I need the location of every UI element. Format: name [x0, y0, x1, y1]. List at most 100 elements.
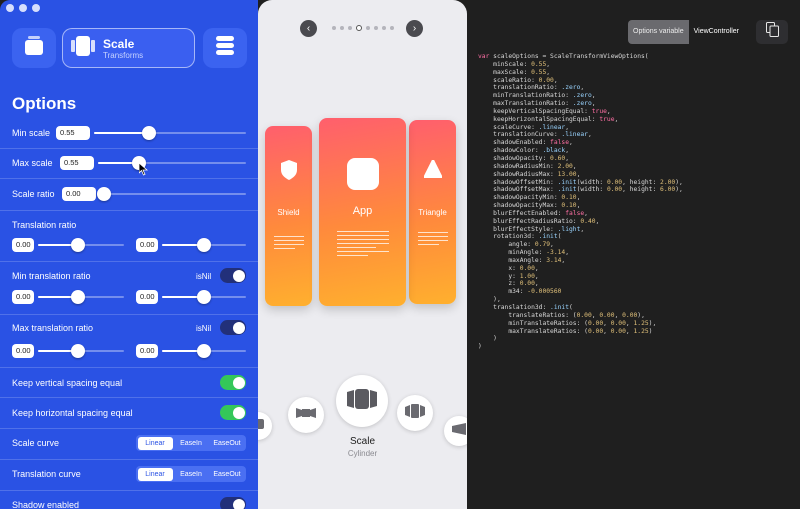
translation-ratio-y-slider[interactable]	[162, 238, 246, 252]
scale-layout-icon	[296, 406, 316, 425]
code-line: minTranslateRatios: (0.00, 0.00, 1.25),	[478, 319, 657, 327]
translation-ratio-x-slider[interactable]	[38, 238, 124, 252]
chevron-left-icon: ‹	[306, 23, 311, 34]
code-line: translation3d: .init(	[478, 304, 573, 311]
scale-curve-easein[interactable]: EaseIn	[174, 437, 209, 450]
scale-ratio-label: Scale ratio	[12, 189, 55, 199]
translation-curve-easeout[interactable]: EaseOut	[210, 468, 245, 481]
max-translation-y-field[interactable]: 0.00	[136, 344, 158, 358]
next-page-button[interactable]: ›	[406, 20, 423, 37]
max-scale-field[interactable]: 0.55	[60, 156, 94, 170]
layers-icon	[214, 35, 236, 62]
options-title: Options	[12, 94, 77, 113]
code-line: maxAngle: 3.14,	[478, 256, 566, 264]
translation-ratio-y-thumb[interactable]	[197, 238, 211, 252]
zoom-window-button[interactable]	[32, 4, 40, 12]
tab-viewcontroller[interactable]: ViewController	[688, 20, 744, 44]
translation-ratio-y-field[interactable]: 0.00	[136, 238, 158, 252]
code-line: shadowOpacity: 0.60,	[478, 154, 569, 162]
min-translation-isnil-toggle[interactable]	[220, 268, 246, 283]
min-translation-x-field[interactable]: 0.00	[12, 290, 34, 304]
keep-horizontal-row: Keep horizontal spacing equal	[12, 405, 246, 421]
translation-curve-row: Translation curve Linear EaseIn EaseOut	[12, 466, 246, 482]
code-line: y: 1.00,	[478, 272, 539, 280]
layout-cell[interactable]	[288, 397, 324, 433]
min-translation-ratio-row: Min translation ratio isNil 0.00 0.00	[12, 268, 246, 308]
code-line: translationRatio: .zero,	[478, 84, 585, 92]
code-line: var scaleOptions = ScaleTransformViewOpt…	[478, 53, 649, 60]
translation-ratio-row: Translation ratio 0.00 0.00	[12, 218, 246, 258]
app-icon	[346, 158, 379, 195]
min-translation-y-thumb[interactable]	[197, 290, 211, 304]
max-scale-slider[interactable]	[98, 156, 246, 170]
code-line: shadowRadiusMin: 2.00,	[478, 162, 577, 170]
layout-cell[interactable]	[397, 395, 433, 431]
max-translation-x-slider[interactable]	[38, 344, 124, 358]
translation-curve-linear[interactable]: Linear	[137, 467, 173, 481]
layout-shape-icon	[258, 417, 264, 435]
preview-card-shield[interactable]: Shield	[265, 126, 312, 306]
mode-title: Scale	[103, 36, 135, 51]
tab-options-variable[interactable]: Options variable	[628, 20, 689, 44]
keep-vertical-row: Keep vertical spacing equal	[12, 375, 246, 391]
max-scale-label: Max scale	[12, 158, 53, 168]
min-translation-y-slider[interactable]	[162, 290, 246, 304]
min-translation-y-field[interactable]: 0.00	[136, 290, 158, 304]
translation-curve-label: Translation curve	[12, 469, 81, 479]
keep-horizontal-toggle[interactable]	[220, 405, 246, 420]
page-dot	[332, 26, 336, 30]
preview-panel: ‹ › Shield Triangle App Scale Cylinder	[258, 0, 467, 509]
minimize-window-button[interactable]	[19, 4, 27, 12]
previous-page-button[interactable]: ‹	[300, 20, 317, 37]
scale-curve-easeout[interactable]: EaseOut	[210, 437, 245, 450]
min-scale-field[interactable]: 0.55	[56, 126, 90, 140]
triangle-icon	[422, 159, 443, 183]
shadow-enabled-toggle[interactable]	[220, 497, 246, 509]
code-line: translationCurve: .linear,	[478, 131, 592, 139]
code-line: angle: 0.79,	[478, 241, 554, 249]
max-translation-y-thumb[interactable]	[197, 344, 211, 358]
translation-ratio-label: Translation ratio	[12, 220, 77, 230]
stack-mode-button[interactable]	[12, 28, 56, 68]
scale-curve-linear[interactable]: Linear	[137, 436, 173, 450]
max-translation-x-field[interactable]: 0.00	[12, 344, 34, 358]
page-dot	[366, 26, 370, 30]
keep-vertical-toggle[interactable]	[220, 375, 246, 390]
scale-curve-row: Scale curve Linear EaseIn EaseOut	[12, 435, 246, 451]
preview-card-triangle[interactable]: Triangle	[409, 120, 456, 304]
layout-cell-selected[interactable]	[336, 375, 388, 427]
min-translation-x-slider[interactable]	[38, 290, 124, 304]
max-translation-y-slider[interactable]	[162, 344, 246, 358]
shield-icon	[280, 160, 297, 185]
close-window-button[interactable]	[6, 4, 14, 12]
shadow-enabled-row: Shadow enabled	[12, 497, 246, 509]
code-line: )	[478, 343, 482, 351]
code-line: m34: -0.000560	[478, 288, 562, 296]
code-line: x: 0.00,	[478, 264, 539, 272]
min-scale-slider[interactable]	[94, 126, 246, 140]
min-translation-x-thumb[interactable]	[71, 290, 85, 304]
code-line: shadowRadiusMax: 13.00,	[478, 170, 581, 178]
code-line: maxTranslationRatio: .zero,	[478, 100, 596, 108]
code-line: minAngle: -3.14,	[478, 249, 570, 257]
preview-card-app[interactable]: App	[319, 118, 406, 306]
snapshot-mode-button[interactable]	[203, 28, 247, 68]
translation-ratio-x-thumb[interactable]	[71, 238, 85, 252]
scale-ratio-field[interactable]: 0.00	[62, 187, 96, 201]
layout-title: Scale	[349, 436, 375, 447]
page-indicator[interactable]	[332, 25, 394, 31]
translation-curve-easein[interactable]: EaseIn	[174, 468, 209, 481]
translation-ratio-x-field[interactable]: 0.00	[12, 238, 34, 252]
scale-ratio-thumb[interactable]	[97, 187, 111, 201]
code-line: shadowColor: .black,	[478, 147, 569, 155]
scale-transform-icon	[71, 35, 95, 62]
min-scale-thumb[interactable]	[142, 126, 156, 140]
card-label: Shield	[277, 208, 300, 217]
max-translation-x-thumb[interactable]	[71, 344, 85, 358]
code-line: minTranslationRatio: .zero,	[478, 92, 596, 100]
max-translation-ratio-label: Max translation ratio	[12, 323, 94, 333]
scale-ratio-slider[interactable]	[97, 187, 246, 201]
copy-code-button[interactable]	[756, 20, 788, 44]
scale-mode-button[interactable]: Scale Transforms	[62, 28, 195, 68]
max-translation-isnil-toggle[interactable]	[220, 320, 246, 335]
